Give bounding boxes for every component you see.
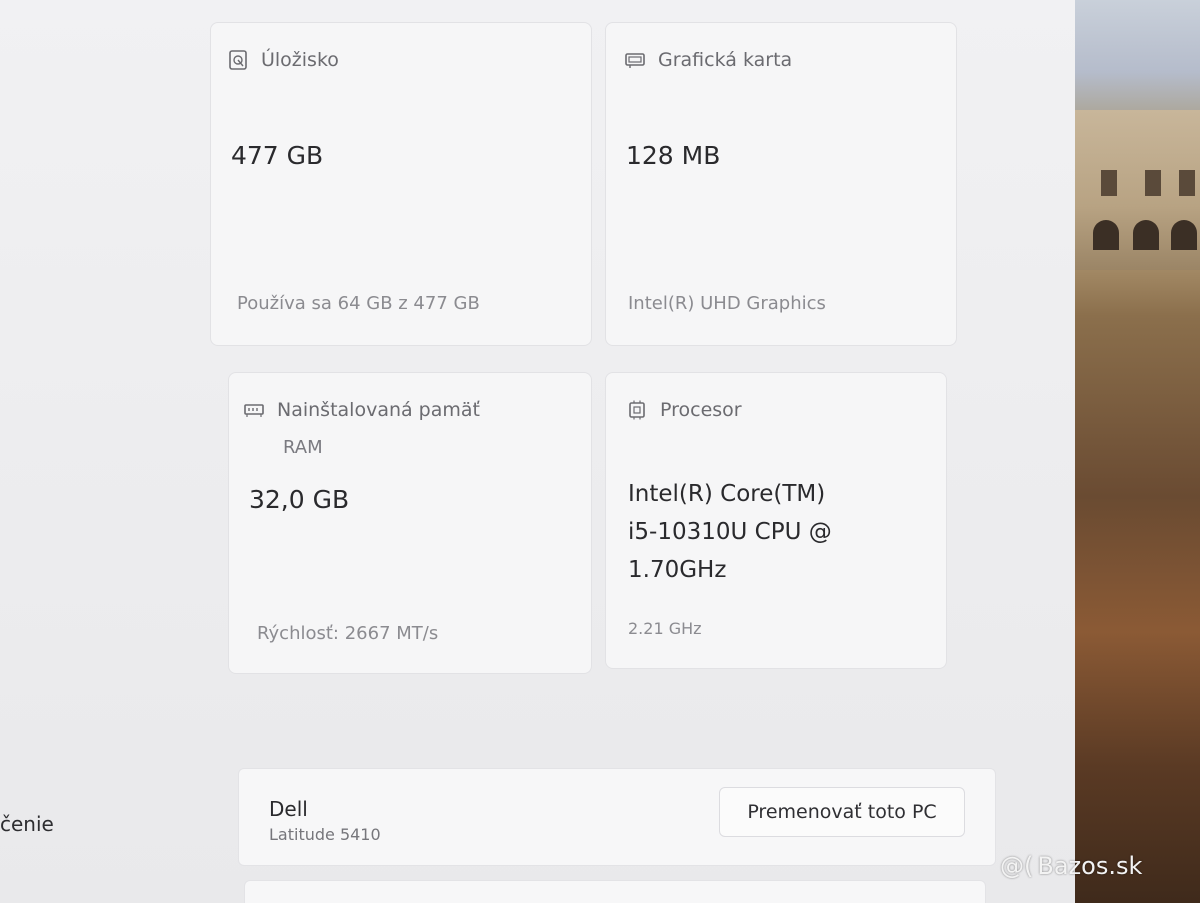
cpu-value-line2: i5-10310U CPU @ xyxy=(628,519,832,545)
graphics-card-icon xyxy=(624,49,646,71)
cpu-value-line3: 1.70GHz xyxy=(628,557,727,583)
storage-card: Úložisko 477 GB Používa sa 64 GB z 477 G… xyxy=(210,22,592,346)
gpu-detail: Intel(R) UHD Graphics xyxy=(628,293,826,314)
processor-icon xyxy=(626,399,648,421)
ram-title-label: Nainštalovaná pamäť xyxy=(277,399,480,421)
storage-title: Úložisko xyxy=(227,49,339,71)
storage-value: 477 GB xyxy=(231,141,324,170)
cpu-detail: 2.21 GHz xyxy=(628,619,702,638)
device-name-card: Dell Latitude 5410 Premenovať toto PC xyxy=(238,768,996,866)
settings-window: Úložisko 477 GB Používa sa 64 GB z 477 G… xyxy=(0,0,1075,903)
gpu-card: Grafická karta 128 MB Intel(R) UHD Graph… xyxy=(605,22,957,346)
next-setting-card xyxy=(244,880,986,903)
device-model: Latitude 5410 xyxy=(269,825,381,844)
cpu-title-label: Procesor xyxy=(660,399,742,421)
ram-detail: Rýchlosť: 2667 MT/s xyxy=(257,623,439,644)
ram-value: 32,0 GB xyxy=(249,485,350,514)
ram-title-line2: RAM xyxy=(283,437,323,458)
cpu-title: Procesor xyxy=(626,399,742,421)
rename-pc-button[interactable]: Premenovať toto PC xyxy=(719,787,965,837)
bazos-watermark: @( Bazos.sk xyxy=(1000,852,1142,880)
watermark-text: Bazos.sk xyxy=(1037,852,1143,880)
hard-drive-icon xyxy=(227,49,249,71)
ram-card: Nainštalovaná pamäť RAM 32,0 GB Rýchlosť… xyxy=(228,372,592,674)
memory-icon xyxy=(243,399,265,421)
wallpaper-building xyxy=(1075,110,1200,270)
storage-title-label: Úložisko xyxy=(261,49,339,71)
watermark-symbol: @( xyxy=(1000,852,1034,880)
gpu-title-label: Grafická karta xyxy=(658,49,793,71)
ram-title: Nainštalovaná pamäť xyxy=(243,399,480,421)
gpu-title: Grafická karta xyxy=(624,49,792,71)
device-manufacturer: Dell xyxy=(269,797,308,821)
storage-detail: Používa sa 64 GB z 477 GB xyxy=(237,293,480,314)
cpu-value-line1: Intel(R) Core(TM) xyxy=(628,481,826,507)
sidebar-item-label[interactable]: čenie xyxy=(0,812,54,836)
cpu-card: Procesor Intel(R) Core(TM) i5-10310U CPU… xyxy=(605,372,947,669)
gpu-value: 128 MB xyxy=(626,141,721,170)
